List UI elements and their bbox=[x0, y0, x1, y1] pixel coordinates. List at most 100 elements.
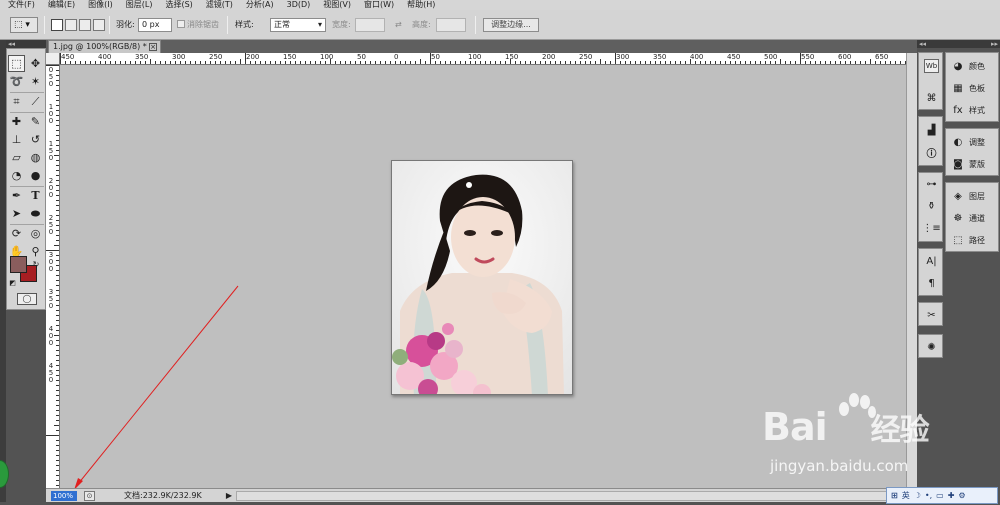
ruler-label: 0 bbox=[48, 228, 54, 236]
default-colors-icon[interactable]: ◩ bbox=[8, 279, 17, 288]
clone-source-icon[interactable]: ⚱ bbox=[924, 199, 939, 213]
rectangular-marquee-icon[interactable]: ⬚ bbox=[8, 55, 25, 72]
character-icon[interactable]: A| bbox=[924, 254, 939, 268]
panel-color[interactable]: ◕ 颜色 bbox=[946, 55, 1000, 77]
type-icon[interactable]: T bbox=[27, 187, 44, 204]
watermark-url: jingyan.baidu.com bbox=[770, 457, 909, 475]
new-selection-button[interactable] bbox=[51, 19, 63, 31]
brushes-icon[interactable]: ⊶ bbox=[924, 177, 939, 191]
document-tab[interactable]: 1.jpg @ 100%(RGB/8) * × bbox=[48, 40, 161, 53]
ruler-label: 200 bbox=[246, 53, 260, 61]
menu-item[interactable]: 视图(V) bbox=[315, 0, 356, 10]
ruler-origin[interactable] bbox=[46, 53, 60, 65]
blur-icon[interactable]: ◔ bbox=[8, 167, 25, 184]
ime-toolbar[interactable]: ⊞ 英 ☽ •, ▭ ✚ ⚙ bbox=[886, 487, 998, 504]
history-brush-icon[interactable]: ↺ bbox=[27, 131, 44, 148]
3d-orbit-icon[interactable]: ◎ bbox=[27, 225, 44, 242]
ruler-label: 0 bbox=[394, 53, 399, 61]
ruler-label: 450 bbox=[727, 53, 741, 61]
panel-label: 图层 bbox=[969, 191, 985, 201]
ruler-label: 200 bbox=[542, 53, 556, 61]
marquee-tool-icon[interactable]: ⬚ ▾ bbox=[10, 17, 38, 33]
healing-brush-icon[interactable]: ✚ bbox=[8, 113, 25, 130]
horizontal-scrollbar[interactable] bbox=[236, 491, 904, 501]
menu-item[interactable]: 窗口(W) bbox=[356, 0, 399, 10]
panel-layers[interactable]: ◈ 图层 bbox=[946, 185, 1000, 207]
status-menu-arrow-icon[interactable]: ▶ bbox=[224, 491, 234, 501]
menu-item[interactable]: 分析(A) bbox=[238, 0, 279, 10]
menu-item[interactable]: 3D(D) bbox=[279, 0, 316, 10]
paint-bucket-icon[interactable]: ◍ bbox=[27, 149, 44, 166]
punctuation-icon[interactable]: •, bbox=[925, 491, 932, 500]
dock-expand-icon[interactable]: ▸▸ bbox=[944, 40, 1000, 48]
keyboard-icon[interactable]: ▭ bbox=[936, 491, 944, 500]
path-selection-icon[interactable]: ➤ bbox=[8, 205, 25, 222]
3d-rotate-icon[interactable]: ⟳ bbox=[8, 225, 25, 242]
antialias-checkbox[interactable]: 消除锯齿 bbox=[177, 18, 219, 32]
panel-channels[interactable]: ☸ 通道 bbox=[946, 207, 1000, 229]
wrench-icon[interactable]: ⚙ bbox=[958, 491, 965, 500]
3d-panel-icon[interactable]: ✺ bbox=[924, 340, 939, 354]
brush-icon[interactable]: ✎ bbox=[27, 113, 44, 130]
panel-swatches[interactable]: ▦ 色板 bbox=[946, 77, 1000, 99]
document-photo[interactable] bbox=[391, 160, 573, 395]
ruler-label: 0 bbox=[48, 191, 54, 199]
panel-label: 色板 bbox=[969, 83, 985, 93]
lasso-icon[interactable]: ➰ bbox=[8, 73, 25, 90]
dock-collapse-icon[interactable]: ◂◂ bbox=[917, 40, 944, 48]
ime-lang[interactable]: 英 bbox=[902, 490, 910, 501]
shape-icon[interactable]: ⬬ bbox=[27, 205, 44, 222]
menu-item[interactable]: 帮助(H) bbox=[399, 0, 440, 10]
eyedropper-icon[interactable]: ⟋ bbox=[27, 93, 44, 110]
mini-bridge-icon[interactable]: Wb bbox=[924, 59, 939, 73]
tool-presets-icon[interactable]: ⋮≡ bbox=[922, 221, 940, 235]
panel-label: 颜色 bbox=[969, 61, 985, 71]
magic-wand-icon[interactable]: ✶ bbox=[27, 73, 44, 90]
foreground-color-swatch[interactable] bbox=[10, 256, 27, 273]
panel-styles[interactable]: fx 样式 bbox=[946, 99, 1000, 121]
menu-item[interactable]: 滤镜(T) bbox=[198, 0, 238, 10]
crop-icon[interactable]: ⌗ bbox=[8, 93, 25, 110]
close-icon[interactable]: × bbox=[149, 43, 157, 51]
moon-icon[interactable]: ☽ bbox=[914, 491, 921, 500]
refine-edge-button[interactable]: 调整边缘... bbox=[483, 18, 539, 32]
history-icon[interactable]: ⌘ bbox=[924, 91, 939, 105]
histogram-icon[interactable]: ▟ bbox=[924, 123, 939, 137]
panel-masks[interactable]: ◙ 蒙版 bbox=[946, 153, 1000, 175]
zoom-icon[interactable]: ⚲ bbox=[27, 243, 44, 260]
width-input bbox=[355, 18, 385, 32]
menu-item[interactable]: 图像(I) bbox=[80, 0, 118, 10]
menu-item[interactable]: 图层(L) bbox=[118, 0, 158, 10]
menu-item[interactable]: 选择(S) bbox=[157, 0, 197, 10]
ruler-label: 600 bbox=[838, 53, 852, 61]
style-select[interactable]: 正常 ▾ bbox=[270, 18, 326, 32]
options-bar: ⬚ ▾ 羽化: 0 px 消除锯齿 样式: 正常 ▾ 宽度: ⇄ 高度: 调整边缘… bbox=[0, 10, 1000, 40]
menu-item[interactable]: 文件(F) bbox=[0, 0, 40, 10]
eraser-icon[interactable]: ▱ bbox=[8, 149, 25, 166]
style-value: 正常 bbox=[274, 20, 290, 29]
pen-icon[interactable]: ✒ bbox=[8, 187, 25, 204]
paragraph-icon[interactable]: ¶ bbox=[924, 276, 939, 290]
panel-paths[interactable]: ⬚ 路径 bbox=[946, 229, 1000, 251]
tab-bar bbox=[46, 40, 917, 53]
annotation-arrow bbox=[74, 285, 239, 490]
info-icon[interactable]: ⓘ bbox=[924, 145, 939, 160]
clone-stamp-icon[interactable]: ⊥ bbox=[8, 131, 25, 148]
tools-icon[interactable]: ✚ bbox=[948, 491, 955, 500]
zoom-input[interactable]: 100% bbox=[51, 491, 77, 501]
move-icon[interactable]: ✥ bbox=[27, 55, 44, 72]
intersect-selection-button[interactable] bbox=[93, 19, 105, 31]
zoom-preview-icon[interactable]: ⊙ bbox=[84, 491, 95, 501]
quick-mask-icon[interactable]: ◯ bbox=[17, 293, 37, 305]
ruler-label: 0 bbox=[48, 339, 54, 347]
menu-item[interactable]: 编辑(E) bbox=[40, 0, 80, 10]
actions-icon[interactable]: ✂ bbox=[924, 308, 939, 322]
chevron-down-icon: ▾ bbox=[317, 20, 322, 29]
subtract-selection-button[interactable] bbox=[79, 19, 91, 31]
feather-input[interactable]: 0 px bbox=[138, 18, 172, 32]
add-to-selection-button[interactable] bbox=[65, 19, 77, 31]
panel-adjustments[interactable]: ◐ 调整 bbox=[946, 131, 1000, 153]
dodge-icon[interactable]: ● bbox=[27, 167, 44, 184]
height-label: 高度: bbox=[412, 20, 431, 29]
ruler-label: 0 bbox=[48, 302, 54, 310]
